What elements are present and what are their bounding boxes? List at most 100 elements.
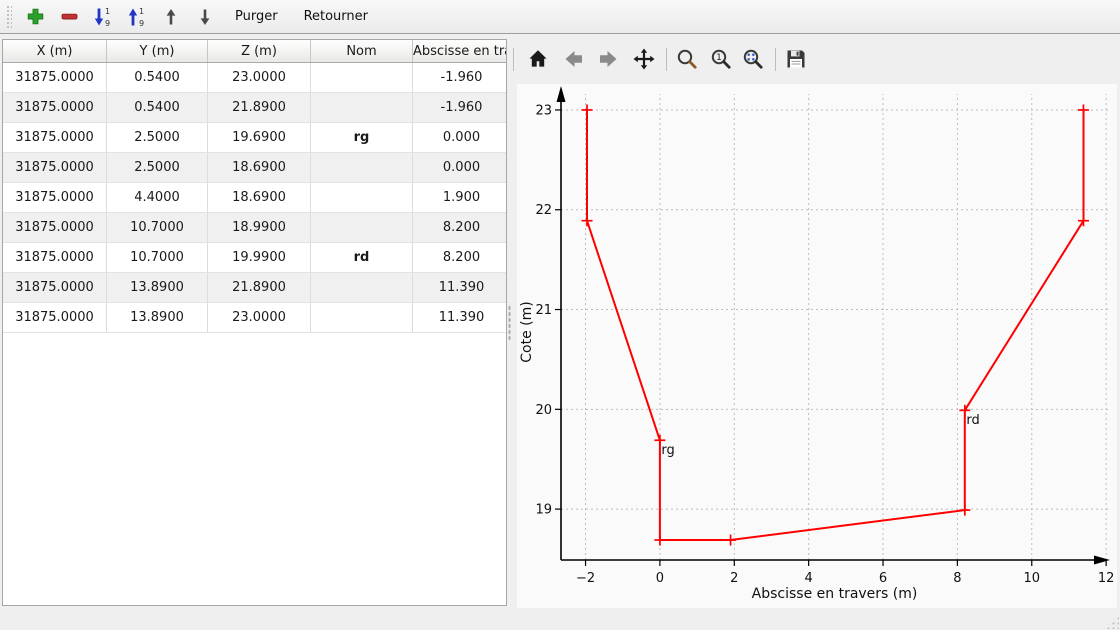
cell-abscisse[interactable]: -1.960 xyxy=(413,93,508,123)
magnifier-1-icon: 1 xyxy=(709,47,733,71)
points-table-body: 31875.00000.540023.0000-1.96031875.00000… xyxy=(3,63,507,333)
table-row[interactable]: 31875.00000.540023.0000 -1.960 xyxy=(3,63,507,93)
annotation-rd: rd xyxy=(966,413,979,428)
table-row[interactable]: 31875.00002.500019.6900rg0.000 xyxy=(3,123,507,153)
cell-abscisse[interactable]: -1.960 xyxy=(413,63,508,93)
move-row-down-button[interactable] xyxy=(191,3,219,31)
column-header-3[interactable]: Nom xyxy=(311,40,413,63)
column-header-0[interactable]: X (m) xyxy=(3,40,107,63)
y-axis-arrow xyxy=(557,86,566,102)
forward-view-button[interactable] xyxy=(594,45,622,73)
cell-y[interactable]: 2.5000 xyxy=(107,123,208,153)
add-row-button[interactable] xyxy=(21,3,49,31)
x-tick-label: 0 xyxy=(656,571,664,586)
cell-z[interactable]: 19.6900 xyxy=(208,123,311,153)
back-view-button[interactable] xyxy=(560,45,588,73)
cell-abscisse[interactable]: 11.390 xyxy=(413,303,508,333)
table-row[interactable]: 31875.000013.890023.0000 11.390 xyxy=(3,303,507,333)
cell-y[interactable]: 0.5400 xyxy=(107,93,208,123)
cell-z[interactable]: 18.6900 xyxy=(208,153,311,183)
x-tick-label: 10 xyxy=(1023,571,1040,586)
zoom-fit-button[interactable] xyxy=(739,45,767,73)
table-row[interactable]: 31875.00000.540021.8900 -1.960 xyxy=(3,93,507,123)
cell-x[interactable]: 31875.0000 xyxy=(3,273,107,303)
x-axis-arrow xyxy=(1094,556,1110,565)
cell-abscisse[interactable]: 0.000 xyxy=(413,153,508,183)
sort-descending-button[interactable]: 1 9 xyxy=(89,3,117,31)
cell-x[interactable]: 31875.0000 xyxy=(3,93,107,123)
minus-icon xyxy=(59,6,80,27)
magnifier-fit-icon xyxy=(741,47,765,71)
purger-button[interactable]: Purger xyxy=(224,3,289,31)
resize-grip[interactable] xyxy=(1104,614,1119,629)
forward-arrow-icon xyxy=(596,47,620,71)
magnifier-icon xyxy=(675,47,699,71)
cell-abscisse[interactable]: 1.900 xyxy=(413,183,508,213)
table-row[interactable]: 31875.000010.700019.9900rd8.200 xyxy=(3,243,507,273)
cell-y[interactable]: 13.8900 xyxy=(107,273,208,303)
plot-toolbar: 1 xyxy=(511,45,810,73)
cell-z[interactable]: 19.9900 xyxy=(208,243,311,273)
toolbar-drag-handle[interactable] xyxy=(5,4,12,30)
cell-y[interactable]: 2.5000 xyxy=(107,153,208,183)
y-tick-label: 23 xyxy=(535,103,552,118)
cell-abscisse[interactable]: 8.200 xyxy=(413,213,508,243)
cell-nom[interactable] xyxy=(311,213,413,243)
retourner-button[interactable]: Retourner xyxy=(293,3,379,31)
table-row[interactable]: 31875.00004.400018.6900 1.900 xyxy=(3,183,507,213)
cell-nom[interactable] xyxy=(311,183,413,213)
cell-nom[interactable] xyxy=(311,93,413,123)
cell-x[interactable]: 31875.0000 xyxy=(3,153,107,183)
cell-z[interactable]: 23.0000 xyxy=(208,303,311,333)
cell-x[interactable]: 31875.0000 xyxy=(3,243,107,273)
cell-nom[interactable]: rg xyxy=(311,123,413,153)
plot-canvas[interactable]: 1920212223−2024681012Abscisse en travers… xyxy=(517,84,1117,608)
cell-abscisse[interactable]: 0.000 xyxy=(413,123,508,153)
cell-nom[interactable] xyxy=(311,153,413,183)
plus-icon xyxy=(25,6,46,27)
save-figure-button[interactable] xyxy=(782,45,810,73)
cell-x[interactable]: 31875.0000 xyxy=(3,183,107,213)
cell-y[interactable]: 4.4000 xyxy=(107,183,208,213)
table-row[interactable]: 31875.000010.700018.9900 8.200 xyxy=(3,213,507,243)
column-header-4[interactable]: Abscisse en travers xyxy=(413,40,508,63)
table-row[interactable]: 31875.000013.890021.8900 11.390 xyxy=(3,273,507,303)
cell-nom[interactable] xyxy=(311,273,413,303)
annotation-rg: rg xyxy=(661,443,674,458)
sort-ascending-button[interactable]: 1 9 xyxy=(123,3,151,31)
y-tick-label: 20 xyxy=(535,403,552,418)
cell-abscisse[interactable]: 8.200 xyxy=(413,243,508,273)
back-arrow-icon xyxy=(562,47,586,71)
cell-y[interactable]: 13.8900 xyxy=(107,303,208,333)
move-row-up-button[interactable] xyxy=(157,3,185,31)
cell-z[interactable]: 21.8900 xyxy=(208,93,311,123)
x-tick-label: 2 xyxy=(730,571,738,586)
pan-button[interactable] xyxy=(630,45,658,73)
cell-nom[interactable]: rd xyxy=(311,243,413,273)
cell-y[interactable]: 10.7000 xyxy=(107,243,208,273)
remove-row-button[interactable] xyxy=(55,3,83,31)
cell-nom[interactable] xyxy=(311,303,413,333)
pan-move-icon xyxy=(632,47,656,71)
cell-z[interactable]: 18.9900 xyxy=(208,213,311,243)
cell-z[interactable]: 23.0000 xyxy=(208,63,311,93)
cell-x[interactable]: 31875.0000 xyxy=(3,213,107,243)
cell-y[interactable]: 10.7000 xyxy=(107,213,208,243)
table-row[interactable]: 31875.00002.500018.6900 0.000 xyxy=(3,153,507,183)
cell-nom[interactable] xyxy=(311,63,413,93)
zoom-rect-button[interactable] xyxy=(673,45,701,73)
cell-z[interactable]: 18.6900 xyxy=(208,183,311,213)
y-tick-label: 21 xyxy=(535,303,552,318)
profile-chart: 1920212223−2024681012Abscisse en travers… xyxy=(517,84,1117,608)
column-header-2[interactable]: Z (m) xyxy=(208,40,311,63)
cell-abscisse[interactable]: 11.390 xyxy=(413,273,508,303)
zoom-original-button[interactable]: 1 xyxy=(707,45,735,73)
column-header-1[interactable]: Y (m) xyxy=(107,40,208,63)
cell-y[interactable]: 0.5400 xyxy=(107,63,208,93)
cell-x[interactable]: 31875.0000 xyxy=(3,303,107,333)
home-view-button[interactable] xyxy=(524,45,552,73)
home-icon xyxy=(526,47,550,71)
cell-x[interactable]: 31875.0000 xyxy=(3,63,107,93)
cell-z[interactable]: 21.8900 xyxy=(208,273,311,303)
cell-x[interactable]: 31875.0000 xyxy=(3,123,107,153)
